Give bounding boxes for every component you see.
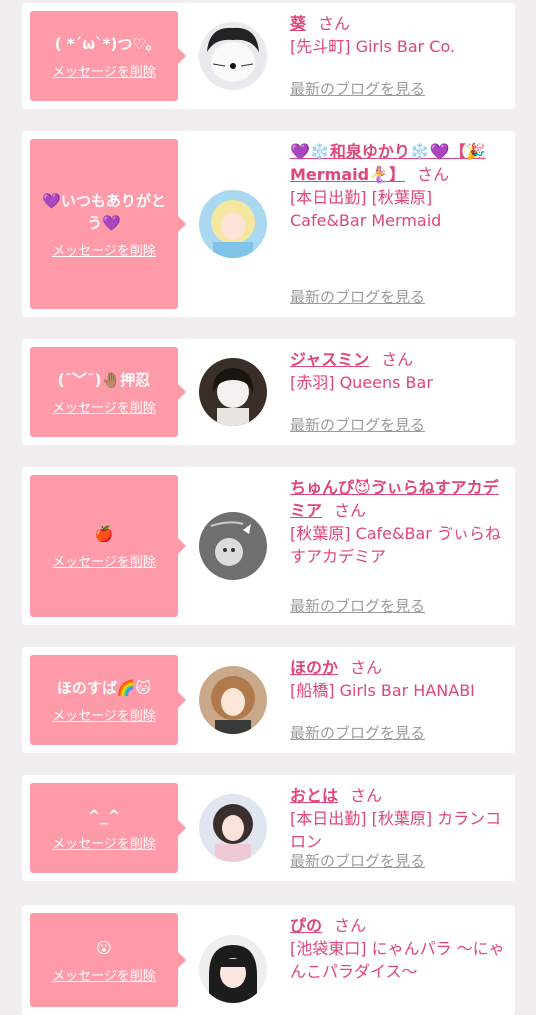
- message-bubble: 🍎 メッセージを削除: [30, 475, 186, 617]
- cast-info: 葵さん [先斗町] Girls Bar Co.: [290, 12, 505, 58]
- honorific: さん: [417, 165, 450, 184]
- avatar[interactable]: [199, 794, 267, 862]
- message-text: ( *´ω`*)つ♡｡: [54, 34, 154, 53]
- honorific: さん: [381, 350, 414, 369]
- cast-name-link[interactable]: ぴの: [290, 916, 322, 935]
- latest-blog-link[interactable]: 最新のブログを見る: [290, 850, 425, 871]
- honorific: さん: [350, 658, 383, 677]
- message-bubble: ^_^ メッセージを削除: [30, 783, 186, 873]
- avatar[interactable]: [199, 358, 267, 426]
- cast-info: ジャスミン さん [赤羽] Queens Bar: [290, 348, 505, 394]
- latest-blog-link[interactable]: 最新のブログを見る: [290, 414, 425, 435]
- message-text: ほのすば🌈🐱: [56, 678, 152, 697]
- message-card: (¯﹀¯)🤚🏽押忍 メッセージを削除 ジャスミン さん [赤羽] Queens B…: [22, 339, 515, 445]
- honorific: さん: [350, 786, 383, 805]
- avatar[interactable]: [199, 512, 267, 580]
- message-text: ^_^: [87, 806, 121, 825]
- message-card: 🍎 メッセージを削除 ちゅんぴ😈ゔぃらねすアカデミア さん [秋葉原] Cafe&…: [22, 467, 515, 625]
- delete-message-link[interactable]: メッセージを削除: [52, 833, 156, 852]
- cast-name-link[interactable]: ちゅんぴ😈ゔぃらねすアカデミア: [290, 478, 499, 520]
- avatar[interactable]: [199, 190, 267, 258]
- shop-info: [赤羽] Queens Bar: [290, 373, 433, 392]
- delete-message-link[interactable]: メッセージを削除: [52, 397, 156, 416]
- cast-name-link[interactable]: おとは: [290, 786, 338, 805]
- cast-info: おとは さん [本日出勤] [秋葉原] カランコロン: [290, 784, 505, 853]
- cast-name-link[interactable]: 葵: [290, 14, 306, 33]
- honorific: さん: [334, 916, 367, 935]
- cast-info: ちゅんぴ😈ゔぃらねすアカデミア さん [秋葉原] Cafe&Bar ゔぃらねすアカ…: [290, 476, 505, 568]
- message-bubble: 💜いつもありがとう💜 メッセージを削除: [30, 139, 186, 309]
- message-bubble: 😮 メッセージを削除: [30, 913, 186, 1007]
- message-bubble: ( *´ω`*)つ♡｡ メッセージを削除: [30, 11, 186, 101]
- honorific: さん: [318, 14, 351, 33]
- message-card: ^_^ メッセージを削除 おとは さん [本日出勤] [秋葉原] カランコロン 最…: [22, 775, 515, 881]
- message-text: 😮: [96, 938, 112, 957]
- cast-name-link[interactable]: 💜❄️和泉ゆかり❄️💜【🎉Mermaid🧜‍♀️】: [290, 142, 486, 184]
- delete-message-link[interactable]: メッセージを削除: [52, 551, 156, 570]
- latest-blog-link[interactable]: 最新のブログを見る: [290, 78, 425, 99]
- latest-blog-link[interactable]: 最新のブログを見る: [290, 722, 425, 743]
- latest-blog-link[interactable]: 最新のブログを見る: [290, 286, 425, 307]
- cast-name-link[interactable]: ほのか: [290, 658, 338, 677]
- delete-message-link[interactable]: メッセージを削除: [52, 705, 156, 724]
- message-text: (¯﹀¯)🤚🏽押忍: [57, 370, 151, 389]
- message-card: ( *´ω`*)つ♡｡ メッセージを削除 葵さん [先斗町] Girls Bar…: [22, 3, 515, 109]
- delete-message-link[interactable]: メッセージを削除: [52, 240, 156, 259]
- avatar[interactable]: [199, 666, 267, 734]
- shop-info: [秋葉原] Cafe&Bar ゔぃらねすアカデミア: [290, 524, 501, 566]
- honorific: さん: [334, 501, 367, 520]
- message-bubble: ほのすば🌈🐱 メッセージを削除: [30, 655, 186, 745]
- shop-info: [本日出勤] [秋葉原] カランコロン: [290, 809, 502, 851]
- shop-info: [池袋東口] にゃんパラ 〜にゃんこパラダイス〜: [290, 939, 505, 981]
- message-text: 💜いつもありがとう💜: [42, 191, 166, 232]
- shop-info: [本日出勤] [秋葉原] Cafe&Bar Mermaid: [290, 188, 442, 230]
- cast-info: 💜❄️和泉ゆかり❄️💜【🎉Mermaid🧜‍♀️】 さん [本日出勤] [秋葉原]…: [290, 140, 505, 232]
- message-text: 🍎: [94, 524, 114, 543]
- avatar[interactable]: [199, 935, 267, 1003]
- delete-message-link[interactable]: メッセージを削除: [52, 965, 156, 984]
- message-card: 💜いつもありがとう💜 メッセージを削除 💜❄️和泉ゆかり❄️💜【🎉Mermaid…: [22, 131, 515, 317]
- message-bubble: (¯﹀¯)🤚🏽押忍 メッセージを削除: [30, 347, 186, 437]
- shop-info: [船橋] Girls Bar HANABI: [290, 681, 475, 700]
- cast-info: ほのか さん [船橋] Girls Bar HANABI: [290, 656, 505, 702]
- delete-message-link[interactable]: メッセージを削除: [52, 61, 156, 80]
- cast-name-link[interactable]: ジャスミン: [290, 350, 369, 369]
- latest-blog-link[interactable]: 最新のブログを見る: [290, 595, 425, 616]
- message-card: ほのすば🌈🐱 メッセージを削除 ほのか さん [船橋] Girls Bar HAN…: [22, 647, 515, 753]
- avatar[interactable]: [199, 22, 267, 90]
- shop-info: [先斗町] Girls Bar Co.: [290, 37, 456, 56]
- cast-info: ぴの さん [池袋東口] にゃんパラ 〜にゃんこパラダイス〜: [290, 914, 505, 983]
